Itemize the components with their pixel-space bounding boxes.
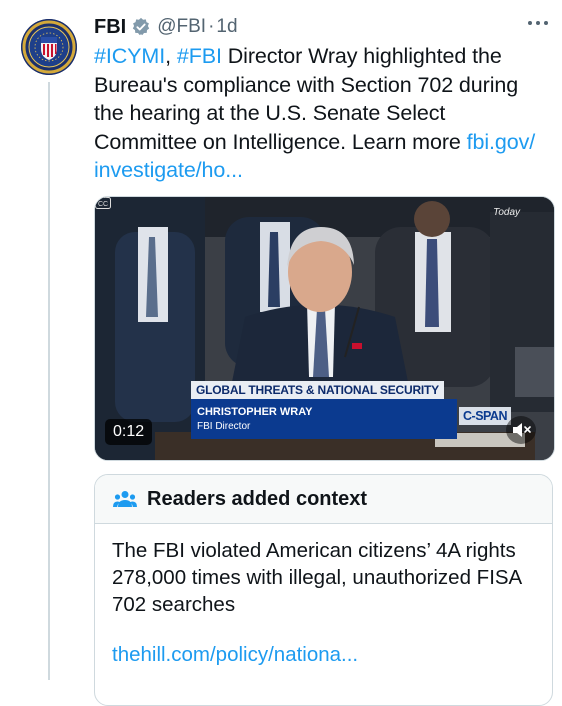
author-name[interactable]: FBI: [94, 16, 126, 39]
mute-icon[interactable]: [506, 416, 536, 444]
svg-text:CC: CC: [98, 201, 108, 208]
community-note: Readers added context The FBI violated A…: [94, 474, 553, 706]
today-label: Today: [493, 207, 520, 218]
tweet-text: #ICYMI, #FBI Director Wray highlighted t…: [94, 42, 544, 185]
tweet-header: FBI @FBI · 1d: [94, 14, 238, 40]
author-handle[interactable]: @FBI: [157, 16, 206, 38]
fbi-seal-icon[interactable]: [21, 19, 77, 75]
community-note-header: Readers added context: [95, 475, 552, 524]
people-icon: [113, 491, 137, 507]
hashtag-separator: ,: [165, 44, 177, 68]
network-logo: C-SPAN: [459, 407, 511, 425]
more-options-icon[interactable]: [527, 18, 549, 28]
captions-icon[interactable]: CC: [95, 197, 111, 209]
hashtag-icymi[interactable]: #ICYMI: [94, 44, 165, 68]
chyron-topic: GLOBAL THREATS & NATIONAL SECURITY: [191, 381, 444, 399]
chyron-title: FBI Director: [197, 421, 251, 432]
chyron-lower-third: CHRISTOPHER WRAY FBI Director: [191, 399, 457, 439]
hashtag-fbi[interactable]: #FBI: [177, 44, 222, 68]
thread-connector-line: [48, 82, 50, 680]
community-note-link[interactable]: thehill.com/policy/nationa...: [112, 643, 358, 667]
community-note-body: The FBI violated American citizens’ 4A r…: [112, 539, 522, 616]
verified-badge-icon: [133, 17, 150, 36]
community-note-title: Readers added context: [147, 487, 368, 510]
separator-dot: ·: [208, 16, 215, 37]
timestamp[interactable]: 1d: [216, 16, 237, 38]
video-duration: 0:12: [105, 419, 153, 445]
video-player[interactable]: Today CC GLOBAL THREATS & NATIONAL SECUR…: [94, 196, 555, 461]
chyron-name: CHRISTOPHER WRAY: [197, 406, 313, 418]
